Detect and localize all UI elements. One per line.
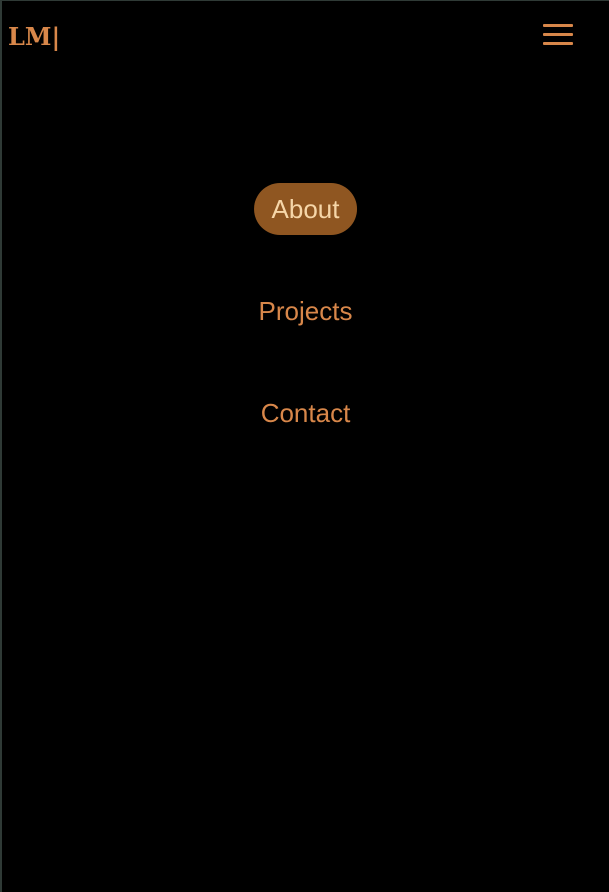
nav-item-contact[interactable]: Contact [243, 387, 369, 439]
hamburger-bar [543, 42, 573, 45]
hamburger-bar [543, 33, 573, 36]
nav-item-projects[interactable]: Projects [241, 285, 371, 337]
site-logo[interactable]: LM| [8, 22, 60, 52]
hamburger-menu-icon[interactable] [543, 24, 575, 48]
hamburger-bar [543, 24, 573, 27]
nav-item-about[interactable]: About [253, 183, 358, 235]
page-frame: LM| About Projects Contact [0, 0, 609, 892]
